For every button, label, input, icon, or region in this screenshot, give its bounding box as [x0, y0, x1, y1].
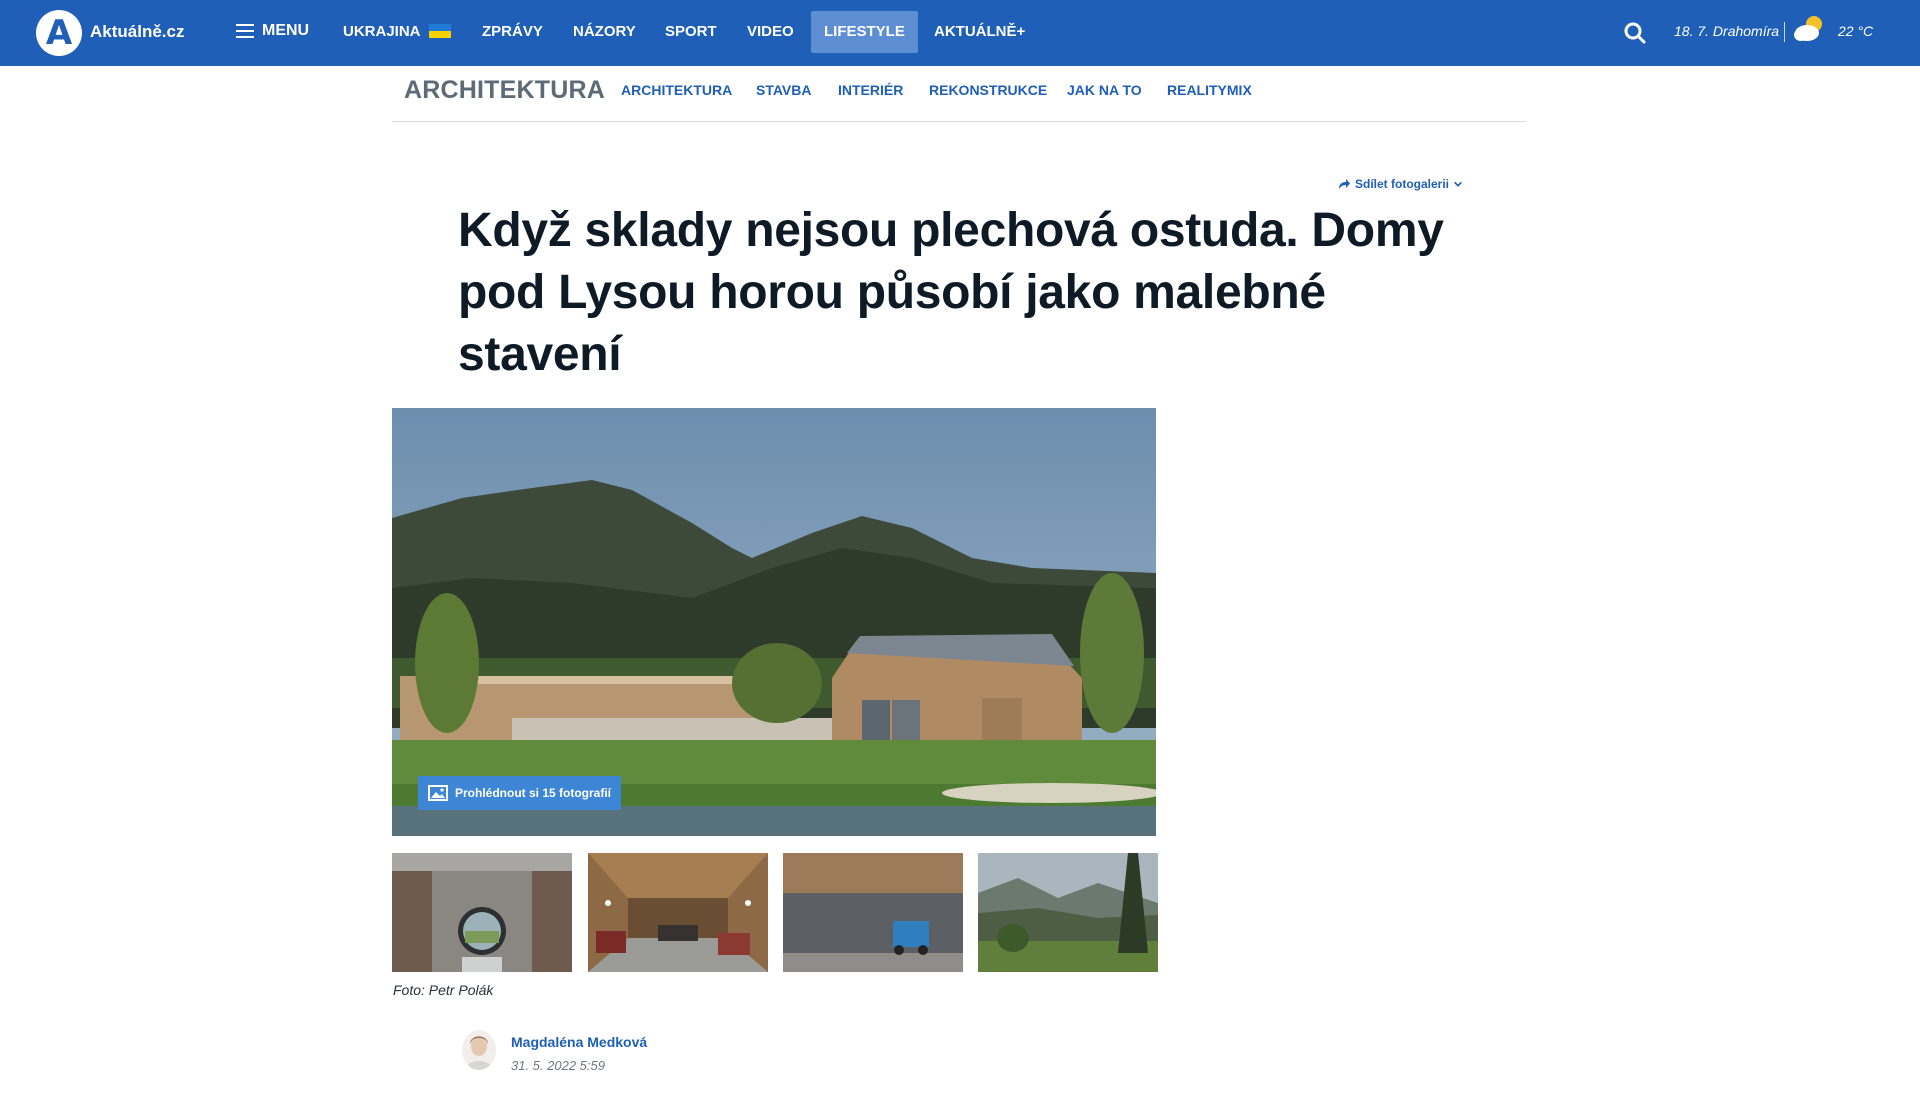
divider	[1784, 22, 1785, 42]
gallery-thumbnail[interactable]	[392, 853, 572, 972]
nav-item-label: UKRAJINA	[343, 23, 421, 40]
subnav-jak-na-to[interactable]: JAK NA TO	[1067, 82, 1142, 98]
thumbnail-image	[783, 853, 963, 972]
photo-credit: Foto: Petr Polák	[393, 982, 494, 998]
temperature: 22 °C	[1838, 23, 1874, 39]
share-gallery-label: Sdílet fotogalerii	[1355, 177, 1450, 191]
ukraine-flag-icon	[428, 24, 451, 38]
subnav-rekonstrukce[interactable]: REKONSTRUKCE	[929, 82, 1047, 98]
article-headline: Když sklady nejsou plechová ostuda. Domy…	[458, 204, 1444, 381]
gallery-thumbnail[interactable]	[588, 853, 768, 972]
site-logo-icon[interactable]: A	[36, 10, 82, 56]
thumbnail-image	[392, 853, 572, 972]
site-logo-text[interactable]: Aktuálně.cz	[90, 22, 184, 42]
author-photo	[462, 1030, 496, 1070]
nav-item-nazory[interactable]: NÁZORY	[573, 0, 636, 66]
chevron-down-icon	[1454, 181, 1462, 187]
subnav-architektura[interactable]: ARCHITEKTURA	[621, 82, 732, 98]
subnav-realitymix[interactable]: REALITYMIX	[1167, 82, 1252, 98]
section-divider	[392, 121, 1526, 122]
open-gallery-label: Prohlédnout si 15 fotografií	[455, 786, 612, 800]
nav-item-video[interactable]: VIDEO	[747, 0, 794, 66]
share-arrow-icon	[1339, 179, 1350, 189]
author-name[interactable]: Magdaléna Medková	[511, 1034, 647, 1050]
author-avatar[interactable]	[462, 1030, 496, 1070]
open-gallery-button[interactable]: Prohlédnout si 15 fotografií	[418, 776, 622, 810]
nav-item-zpravy[interactable]: ZPRÁVY	[482, 0, 543, 66]
subnav-interier[interactable]: INTERIÉR	[838, 82, 903, 98]
image-icon	[428, 785, 448, 801]
hero-photo[interactable]: Prohlédnout si 15 fotografií	[392, 408, 1156, 836]
hamburger-icon	[236, 24, 254, 38]
date-nameday: 18. 7. Drahomíra	[1674, 23, 1780, 39]
search-icon[interactable]	[1622, 20, 1648, 46]
thumbnail-image	[978, 853, 1158, 972]
menu-button[interactable]: MENU	[236, 22, 309, 40]
nav-item-ukrajina[interactable]: UKRAJINA	[343, 0, 451, 66]
section-title[interactable]: ARCHITEKTURA	[404, 76, 605, 105]
partly-cloudy-icon	[1794, 16, 1822, 41]
gallery-thumbnail[interactable]	[978, 853, 1158, 972]
nav-item-aktualne-plus[interactable]: AKTUÁLNĚ+	[934, 0, 1025, 66]
menu-label: MENU	[262, 22, 310, 39]
share-gallery-button[interactable]: Sdílet fotogalerii	[1338, 177, 1463, 191]
gallery-thumbnail[interactable]	[783, 853, 963, 972]
hero-landscape-image	[392, 408, 1156, 836]
nav-item-lifestyle[interactable]: LIFESTYLE	[811, 11, 918, 53]
subnav-stavba[interactable]: STAVBA	[756, 82, 811, 98]
nav-item-sport[interactable]: SPORT	[665, 0, 717, 66]
top-navigation-bar: A Aktuálně.cz MENU UKRAJINA ZPRÁVY NÁZOR…	[0, 0, 1920, 66]
publish-date: 31. 5. 2022 5:59	[511, 1058, 605, 1073]
thumbnail-image	[588, 853, 768, 972]
